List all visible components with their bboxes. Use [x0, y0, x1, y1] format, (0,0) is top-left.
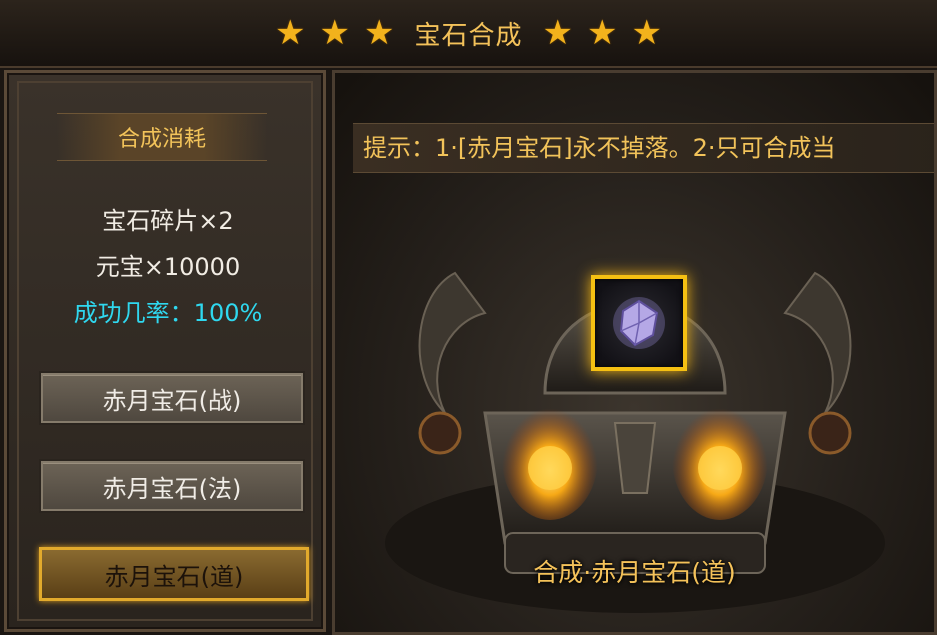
hint-text: 提示：1·[赤月宝石]永不掉落。2·只可合成当 — [353, 123, 934, 173]
star-icon: ★ — [631, 13, 662, 53]
cost-panel-frame — [17, 81, 313, 621]
cost-header: 合成消耗 — [57, 113, 267, 161]
gem-slot[interactable] — [591, 275, 687, 371]
star-icon: ★ — [364, 13, 395, 53]
gem-option-button-selected[interactable]: 赤月宝石(道) — [39, 547, 309, 601]
star-icon: ★ — [586, 13, 618, 53]
star-icon: ★ — [319, 13, 350, 53]
cost-panel: 合成消耗 宝石碎片×2 元宝×10000 成功几率：100% 赤月宝石(战) 赤… — [4, 70, 326, 632]
currency-cost: 元宝×10000 — [95, 253, 241, 281]
gem-icon — [613, 297, 665, 349]
success-rate: 成功几率：100% — [73, 299, 263, 327]
synthesize-button[interactable]: 合成·赤月宝石(道) — [335, 553, 934, 589]
forge-panel: 提示：1·[赤月宝石]永不掉落。2·只可合成当 合成·赤月宝石(道) — [332, 70, 937, 635]
gem-option-button[interactable]: 赤月宝石(法) — [41, 461, 303, 511]
gem-option-button[interactable]: 赤月宝石(战) — [41, 373, 303, 423]
star-icon: ★ — [275, 13, 306, 53]
material-cost: 宝石碎片×2 — [102, 207, 234, 235]
window-title: 宝石合成 — [414, 20, 523, 51]
title-bar: ★ ★ ★ 宝石合成 ★ ★ ★ — [0, 0, 937, 68]
star-icon: ★ — [542, 13, 573, 53]
